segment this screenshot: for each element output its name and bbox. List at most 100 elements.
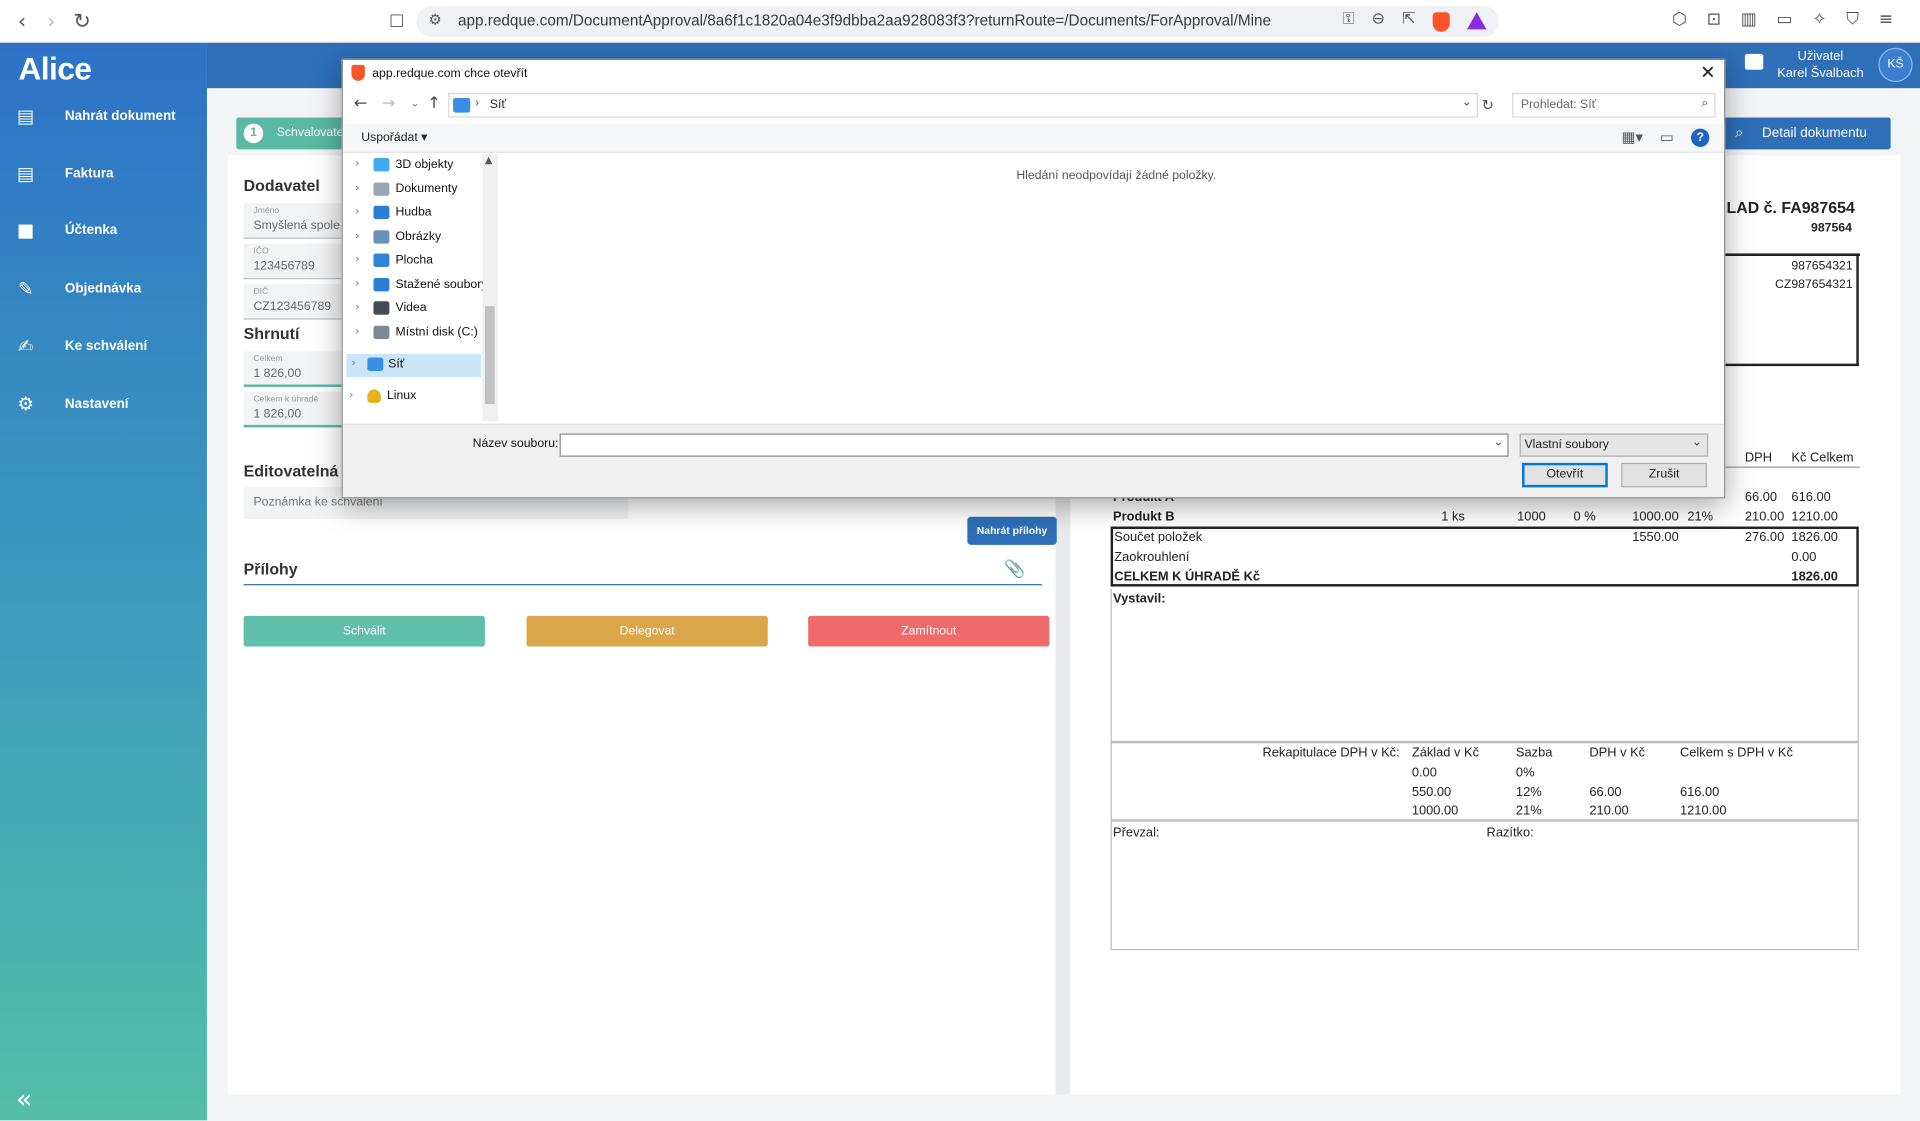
chevron-down-icon[interactable]: ⌄ xyxy=(1493,436,1503,449)
recent-locations-icon[interactable]: ⌄ xyxy=(410,98,419,110)
reload-icon[interactable]: ↻ xyxy=(70,10,94,34)
supplier-dic-field[interactable]: DIČ CZ123456789 xyxy=(243,284,342,320)
supplier-name-field[interactable]: Jméno Smyšlená spole xyxy=(243,203,342,239)
user-info[interactable]: Uživatel Karel Švalbach xyxy=(1777,48,1863,82)
organize-menu[interactable]: Uspořádat ▾ xyxy=(361,131,427,144)
open-button[interactable]: Otevřít xyxy=(1522,462,1608,488)
back-icon[interactable]: ‹ xyxy=(10,10,34,34)
view-options-icon[interactable]: ▦▾ xyxy=(1622,129,1643,147)
recap-cell: 550.00 xyxy=(1411,784,1452,800)
help-icon[interactable]: ? xyxy=(1691,128,1710,147)
chevron-right-icon[interactable]: › xyxy=(355,301,359,313)
tree-item-music[interactable]: › Hudba xyxy=(343,202,481,225)
tree-item-videos[interactable]: › Videa xyxy=(343,298,481,321)
tree-scrollbar[interactable]: ▲ xyxy=(482,154,499,422)
dialog-up-icon[interactable]: ↑ xyxy=(427,94,440,112)
site-settings-icon[interactable]: ⚙ xyxy=(429,11,442,28)
upload-attachments-button[interactable]: Nahrát přílohy xyxy=(967,516,1057,545)
app-logo[interactable]: Alice xyxy=(18,50,92,88)
delegate-button[interactable]: Delegovat xyxy=(526,615,768,647)
approver-step[interactable]: 1 Schvalovate xyxy=(236,117,347,150)
supplier-ico-field[interactable]: IČO 123456789 xyxy=(243,243,342,280)
tree-item-desktop[interactable]: › Plocha xyxy=(343,250,481,273)
chevron-right-icon[interactable]: › xyxy=(355,253,359,265)
recap-header: Základ v Kč xyxy=(1411,745,1480,761)
chevron-right-icon[interactable]: › xyxy=(349,389,353,401)
sidebar-icon[interactable]: ▥ xyxy=(1741,10,1757,30)
chevron-right-icon[interactable]: › xyxy=(355,182,359,194)
scrollbar-thumb[interactable] xyxy=(484,306,495,405)
recap-header: Sazba xyxy=(1515,745,1553,761)
dialog-refresh-icon[interactable]: ↻ xyxy=(1482,97,1494,114)
tree-item-3d-objects[interactable]: › 3D objekty xyxy=(343,154,481,177)
sidebar-item-upload[interactable]: ▤ Nahrát dokument xyxy=(0,92,207,141)
sidebar-item-order[interactable]: ✎ Objednávka xyxy=(0,264,207,313)
collapse-sidebar-icon[interactable]: « xyxy=(16,1085,32,1116)
tree-item-downloads[interactable]: › Stažené soubory xyxy=(343,274,487,297)
chevron-down-icon[interactable]: ⌄ xyxy=(1462,96,1472,109)
bookmark-icon[interactable]: ☐ xyxy=(384,10,408,34)
preview-pane-icon[interactable]: ▭ xyxy=(1660,129,1674,147)
tree-item-network[interactable]: › Síť xyxy=(346,353,482,378)
chevron-right-icon[interactable]: › xyxy=(355,230,359,242)
avatar[interactable]: KŠ xyxy=(1878,47,1913,83)
filename-input[interactable]: ⌄ xyxy=(559,433,1509,457)
recap-cell: 21% xyxy=(1515,803,1542,818)
key-icon[interactable]: ⚿ xyxy=(1342,10,1354,32)
reject-button[interactable]: Zamítnout xyxy=(808,615,1050,647)
row-b-total: 1210.00 xyxy=(1791,509,1838,525)
row-b-dph: 210.00 xyxy=(1744,509,1785,525)
brave-rewards-icon[interactable] xyxy=(1466,12,1487,30)
rounding-value: 0.00 xyxy=(1791,549,1817,565)
close-icon[interactable]: ✕ xyxy=(1700,61,1715,83)
document-detail-button[interactable]: ⌕ Detail dokumentu xyxy=(1722,117,1891,150)
scroll-up-icon[interactable]: ▲ xyxy=(485,154,493,165)
tree-item-linux[interactable]: › Linux xyxy=(343,386,481,409)
tree-label: Obrázky xyxy=(395,230,442,244)
due-field[interactable]: Celkem k úhradě 1 826,00 xyxy=(243,391,342,428)
tree-item-documents[interactable]: › Dokumenty xyxy=(343,179,481,202)
zoom-icon[interactable]: ⊖ xyxy=(1372,10,1385,32)
document-detail-label: Detail dokumentu xyxy=(1762,126,1867,141)
sidebar-item-approval[interactable]: ✍ Ke schválení xyxy=(0,322,207,371)
chevron-right-icon[interactable]: › xyxy=(355,278,359,290)
extensions-icon[interactable]: ⬡ xyxy=(1672,10,1687,30)
tree-item-pictures[interactable]: › Obrázky xyxy=(343,227,481,250)
filetype-select[interactable]: Vlastní soubory ⌄ xyxy=(1519,433,1709,457)
screenshot-icon[interactable]: ⊡ xyxy=(1707,10,1721,30)
dialog-search-input[interactable]: Prohledat: Síť ⌕ xyxy=(1512,93,1716,118)
pay-value: 1826.00 xyxy=(1791,569,1838,585)
chevron-right-icon[interactable]: › xyxy=(351,358,355,370)
sidebar-item-receipt[interactable]: ■ Účtenka xyxy=(0,206,207,255)
gear-icon: ⚙ xyxy=(17,393,34,416)
sidebar-item-label: Objednávka xyxy=(64,281,142,297)
tree-label: Linux xyxy=(386,389,417,403)
chevron-right-icon[interactable]: › xyxy=(355,326,359,338)
sidebar-item-settings[interactable]: ⚙ Nastavení xyxy=(0,380,207,429)
chevron-right-icon[interactable]: › xyxy=(355,206,359,218)
dialog-address-bar[interactable]: › Síť ⌄ xyxy=(448,93,1478,118)
network-icon xyxy=(453,97,471,113)
vpn-icon[interactable]: ⛉ xyxy=(1846,10,1859,30)
dialog-location[interactable]: Síť xyxy=(490,98,506,111)
dialog-forward-icon[interactable]: → xyxy=(382,94,395,112)
chevron-right-icon[interactable]: › xyxy=(355,158,359,170)
cancel-button[interactable]: Zrušit xyxy=(1621,462,1707,488)
forward-icon[interactable]: › xyxy=(39,10,63,34)
dialog-footer: Název souboru: ⌄ Vlastní soubory ⌄ Otevř… xyxy=(342,423,1725,498)
approve-button[interactable]: Schválit xyxy=(243,615,485,647)
recap-cell: 0% xyxy=(1515,765,1535,781)
menu-icon[interactable]: ≡ xyxy=(1879,10,1893,30)
leo-icon[interactable]: ✧ xyxy=(1812,10,1826,30)
recap-label: Rekapitulace DPH v Kč: xyxy=(1262,745,1400,761)
dialog-back-icon[interactable]: ← xyxy=(354,94,367,112)
wallet-icon[interactable]: ▭ xyxy=(1776,10,1792,30)
sidebar-item-invoice[interactable]: ▤ Faktura xyxy=(0,149,207,198)
tree-item-local-disk[interactable]: › Místní disk (C:) xyxy=(343,322,481,345)
share-icon[interactable]: ⇱ xyxy=(1402,10,1415,32)
address-bar[interactable]: ⚙ app.redque.com/DocumentApproval/8a6f1c… xyxy=(416,6,1499,37)
brave-shield-icon[interactable] xyxy=(1432,12,1450,32)
total-field[interactable]: Celkem 1 826,00 xyxy=(243,351,342,387)
paperclip-icon[interactable]: 📎 xyxy=(1004,560,1025,580)
chat-icon[interactable] xyxy=(1744,53,1764,70)
